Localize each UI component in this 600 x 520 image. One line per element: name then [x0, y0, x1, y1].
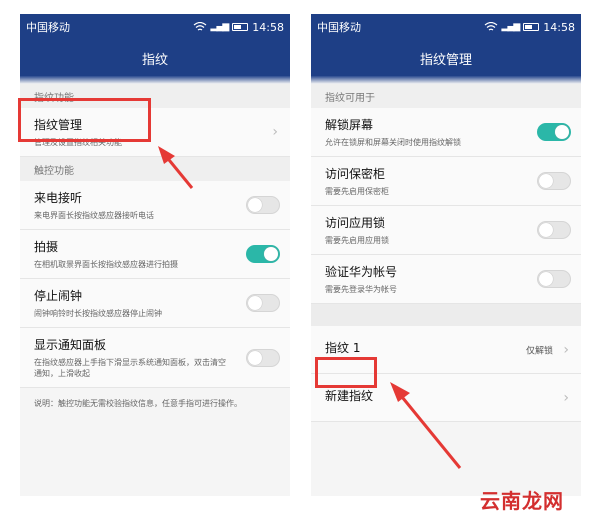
note-text: 说明：触控功能无需校验指纹信息，任意手指可进行操作。 — [20, 388, 290, 419]
carrier-label: 中国移动 — [317, 21, 361, 34]
chevron-right-icon: › — [272, 124, 278, 140]
status-bar: 中国移动 ▂▄▆ 14:58 — [20, 14, 290, 40]
answer-call-row[interactable]: 来电接听 来电界面长按指纹感应器接听电话 — [20, 181, 290, 230]
title-shadow — [20, 76, 290, 84]
answer-call-toggle[interactable] — [246, 196, 280, 214]
wifi-icon — [484, 22, 497, 31]
row-subtitle: 允许在锁屏和屏幕关闭时使用指纹解锁 — [325, 138, 461, 147]
row-title: 验证华为帐号 — [325, 265, 398, 279]
row-title: 指纹 1 — [325, 341, 361, 355]
watermark-logo: 云南龙网 — [480, 489, 564, 513]
status-bar: 中国移动 ▂▄▆ 14:58 — [311, 14, 581, 40]
clock-label: 14:58 — [543, 20, 575, 34]
notification-panel-toggle[interactable] — [246, 348, 280, 367]
huawei-account-row[interactable]: 验证华为帐号 需要先登录华为帐号 — [311, 255, 581, 304]
safe-access-row[interactable]: 访问保密柜 需要先启用保密柜 — [311, 157, 581, 206]
signal-icon: ▂▄▆ — [210, 22, 230, 32]
carrier-label: 中国移动 — [26, 21, 70, 34]
signal-icon: ▂▄▆ — [501, 22, 521, 32]
row-title: 显示通知面板 — [34, 338, 107, 352]
section-header-touch-functions: 触控功能 — [20, 157, 290, 181]
row-subtitle: 在相机取景界面长按指纹感应器进行拍摄 — [34, 260, 178, 269]
huawei-account-toggle[interactable] — [537, 270, 571, 288]
take-photo-toggle[interactable] — [246, 245, 280, 263]
battery-icon — [523, 23, 540, 31]
title-shadow — [311, 76, 581, 84]
clock-label: 14:58 — [252, 20, 284, 34]
stop-alarm-row[interactable]: 停止闹钟 闹钟响铃时长按指纹感应器停止闹钟 — [20, 279, 290, 328]
app-lock-toggle[interactable] — [537, 221, 571, 239]
row-subtitle: 需要先启用保密柜 — [325, 187, 389, 196]
unlock-screen-row[interactable]: 解锁屏幕 允许在锁屏和屏幕关闭时使用指纹解锁 — [311, 108, 581, 157]
wifi-icon — [193, 22, 206, 31]
highlight-box-fingerprint-management — [18, 98, 151, 142]
safe-access-toggle[interactable] — [537, 172, 571, 190]
left-phone-screen: 中国移动 ▂▄▆ 14:58 指纹 指纹功能 指纹管理 管理及设置指纹相关功能 … — [20, 14, 290, 496]
row-subtitle: 在指纹感应器上手指下滑显示系统通知面板，双击清空通知，上滑收起 — [34, 358, 226, 378]
row-title: 停止闹钟 — [34, 289, 83, 303]
row-title: 访问保密柜 — [325, 167, 386, 181]
notification-panel-row[interactable]: 显示通知面板 在指纹感应器上手指下滑显示系统通知面板，双击清空通知，上滑收起 — [20, 328, 290, 388]
row-subtitle: 来电界面长按指纹感应器接听电话 — [34, 211, 154, 220]
row-title: 访问应用锁 — [325, 216, 386, 230]
row-title: 来电接听 — [34, 191, 83, 205]
row-subtitle: 需要先启用应用锁 — [325, 236, 389, 245]
page-title: 指纹管理 — [311, 40, 581, 76]
row-subtitle: 需要先登录华为帐号 — [325, 285, 397, 294]
row-title: 新建指纹 — [325, 389, 374, 403]
stop-alarm-toggle[interactable] — [246, 294, 280, 312]
highlight-box-new-fingerprint — [315, 357, 377, 388]
chevron-right-icon: › — [563, 389, 569, 406]
section-divider — [311, 304, 581, 326]
chevron-right-icon: › — [563, 341, 569, 358]
section-header-fingerprint-usage: 指纹可用于 — [311, 84, 581, 108]
take-photo-row[interactable]: 拍摄 在相机取景界面长按指纹感应器进行拍摄 — [20, 230, 290, 279]
right-phone-screen: 中国移动 ▂▄▆ 14:58 指纹管理 指纹可用于 解锁屏幕 允许在锁屏和屏幕关… — [311, 14, 581, 496]
fingerprint-1-usage: 仅解锁 — [525, 346, 553, 356]
unlock-screen-toggle[interactable] — [537, 123, 571, 141]
app-lock-row[interactable]: 访问应用锁 需要先启用应用锁 — [311, 206, 581, 255]
page-title: 指纹 — [20, 40, 290, 76]
battery-icon — [232, 23, 249, 31]
row-title: 拍摄 — [34, 240, 59, 254]
row-title: 解锁屏幕 — [325, 118, 374, 132]
row-subtitle: 闹钟响铃时长按指纹感应器停止闹钟 — [34, 309, 162, 318]
